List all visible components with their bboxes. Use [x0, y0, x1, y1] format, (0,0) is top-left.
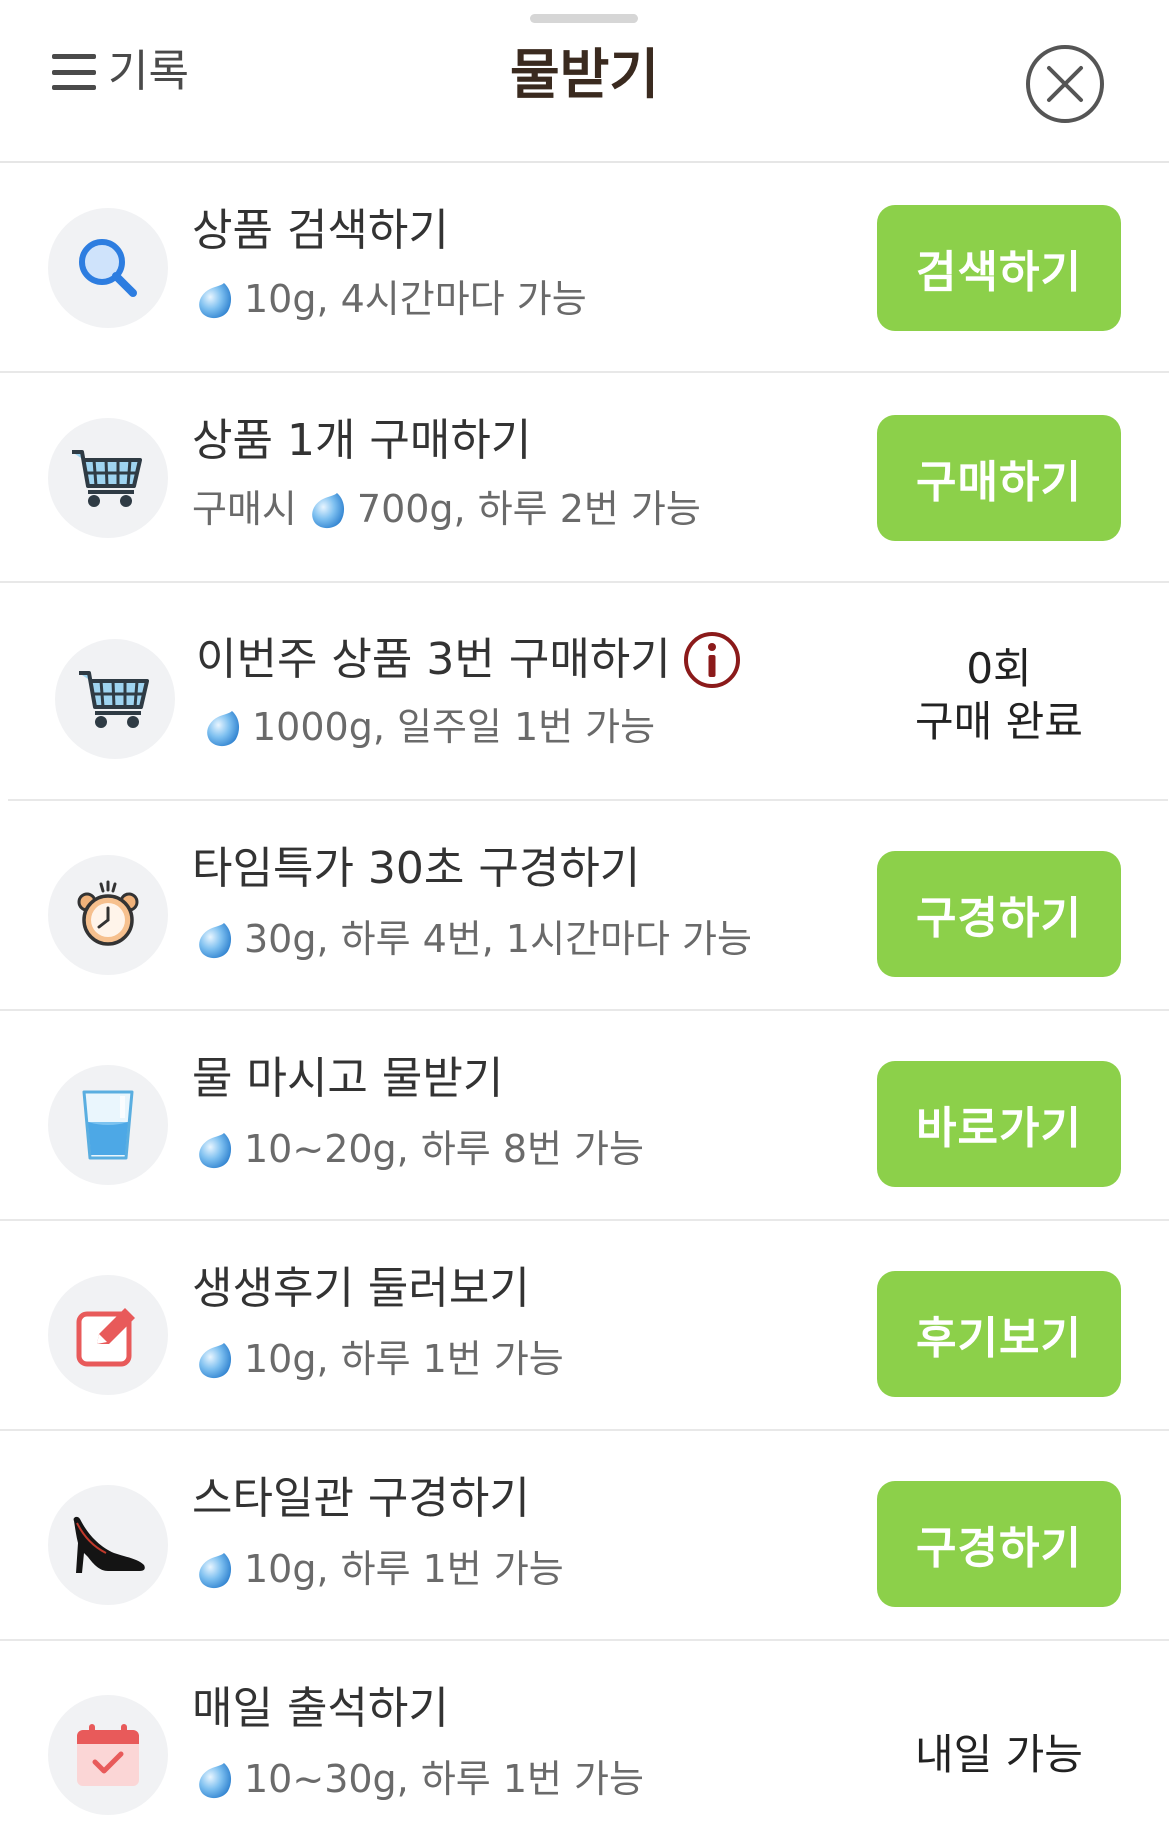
- view-reviews-button[interactable]: 후기보기: [877, 1271, 1121, 1397]
- water-drop-icon: [199, 1762, 232, 1798]
- item-reward-text: 30g, 하루 4번, 1시간마다 가능: [244, 917, 752, 961]
- purchase-status: 0회 구매 완료: [860, 643, 1138, 748]
- header: 기록 물받기: [0, 0, 1169, 163]
- item-reward-text: 10~20g, 하루 8번 가능: [244, 1127, 644, 1171]
- item-title: 이번주 상품 3번 구매하기: [196, 633, 671, 685]
- item-title: 스타일관 구경하기: [192, 1473, 530, 1524]
- cart-icon-circle: [48, 418, 168, 538]
- item-title: 상품 1개 구매하기: [192, 415, 532, 466]
- calendar-check-icon-circle: [48, 1695, 168, 1815]
- item-reward: 10~30g, 하루 1번 가능: [192, 1757, 644, 1801]
- water-glass-icon-circle: [48, 1065, 168, 1185]
- water-glass-icon: [82, 1090, 134, 1160]
- close-button[interactable]: [1025, 44, 1105, 124]
- item-reward: 10g, 하루 1번 가능: [192, 1547, 564, 1591]
- calendar-check-icon: [77, 1724, 139, 1786]
- water-reward-sheet: 기록 물받기 상품 검색하기 10g, 4시간마다 가능 검색하기 상품 1개 …: [0, 0, 1169, 1838]
- alarm-clock-icon-circle: [48, 855, 168, 975]
- water-drop-icon: [199, 1552, 232, 1588]
- item-reward: 1000g, 일주일 1번 가능: [200, 705, 656, 749]
- list-item-time-deal: 타임특가 30초 구경하기 30g, 하루 4번, 1시간마다 가능 구경하기: [0, 801, 1169, 1011]
- browse-style-button[interactable]: 구경하기: [877, 1481, 1121, 1607]
- high-heel-icon-circle: [48, 1485, 168, 1605]
- item-reward-text: 700g, 하루 2번 가능: [356, 487, 701, 531]
- cart-icon: [72, 450, 142, 507]
- item-reward: 30g, 하루 4번, 1시간마다 가능: [192, 917, 752, 961]
- water-drop-icon: [199, 1342, 232, 1378]
- item-reward: 10g, 하루 1번 가능: [192, 1337, 564, 1381]
- list-item-weekly-buy: 이번주 상품 3번 구매하기 1000g, 일주일 1번 가능 0회 구매 완료: [8, 583, 1168, 801]
- item-title: 생생후기 둘러보기: [192, 1263, 530, 1314]
- cart-icon-circle: [55, 639, 175, 759]
- search-icon: [79, 239, 137, 297]
- water-drop-icon: [199, 282, 232, 318]
- buy-button[interactable]: 구매하기: [877, 415, 1121, 541]
- item-reward-text: 10g, 4시간마다 가능: [244, 277, 587, 321]
- list-item-style-shop: 스타일관 구경하기 10g, 하루 1번 가능 구경하기: [0, 1431, 1169, 1641]
- water-drop-icon: [199, 922, 232, 958]
- list-item-reviews: 생생후기 둘러보기 10g, 하루 1번 가능 후기보기: [0, 1221, 1169, 1431]
- cart-icon: [79, 671, 149, 728]
- edit-icon-circle: [48, 1275, 168, 1395]
- list-item-drink-water: 물 마시고 물받기 10~20g, 하루 8번 가능 바로가기: [0, 1011, 1169, 1221]
- high-heel-icon: [73, 1516, 145, 1573]
- close-icon: [1026, 45, 1104, 123]
- list-item-buy-one: 상품 1개 구매하기 구매시 700g, 하루 2번 가능 구매하기: [0, 373, 1169, 583]
- item-reward: 10~20g, 하루 8번 가능: [192, 1127, 644, 1171]
- water-drop-icon: [312, 492, 344, 528]
- purchase-count: 0회: [966, 644, 1032, 693]
- item-title: 매일 출석하기: [192, 1683, 449, 1734]
- search-button[interactable]: 검색하기: [877, 205, 1121, 331]
- edit-icon: [76, 1308, 135, 1367]
- purchase-status-label: 구매 완료: [915, 696, 1083, 746]
- list-item-attendance: 매일 출석하기 10~30g, 하루 1번 가능 내일 가능: [0, 1641, 1169, 1838]
- item-title-wrap: 이번주 상품 3번 구매하기: [196, 631, 741, 689]
- water-drop-icon: [199, 1132, 232, 1168]
- info-icon[interactable]: [683, 631, 741, 689]
- alarm-clock-icon: [77, 880, 139, 946]
- item-reward-text: 10g, 하루 1번 가능: [244, 1337, 564, 1381]
- go-button[interactable]: 바로가기: [877, 1061, 1121, 1187]
- item-reward: 구매시 700g, 하루 2번 가능: [192, 487, 701, 531]
- list-item-search: 상품 검색하기 10g, 4시간마다 가능 검색하기: [0, 163, 1169, 373]
- search-icon-circle: [48, 208, 168, 328]
- item-reward-text: 10~30g, 하루 1번 가능: [244, 1757, 644, 1801]
- item-title: 물 마시고 물받기: [192, 1053, 504, 1104]
- item-title: 상품 검색하기: [192, 205, 449, 256]
- item-reward-text: 1000g, 일주일 1번 가능: [252, 705, 656, 749]
- item-reward-prefix: 구매시: [192, 487, 297, 531]
- attendance-status: 내일 가능: [915, 1730, 1083, 1779]
- water-drop-icon: [207, 710, 240, 746]
- item-reward-text: 10g, 하루 1번 가능: [244, 1547, 564, 1591]
- item-title: 타임특가 30초 구경하기: [192, 843, 641, 894]
- item-reward: 10g, 4시간마다 가능: [192, 277, 587, 321]
- page-title: 물받기: [509, 43, 660, 106]
- browse-time-deal-button[interactable]: 구경하기: [877, 851, 1121, 977]
